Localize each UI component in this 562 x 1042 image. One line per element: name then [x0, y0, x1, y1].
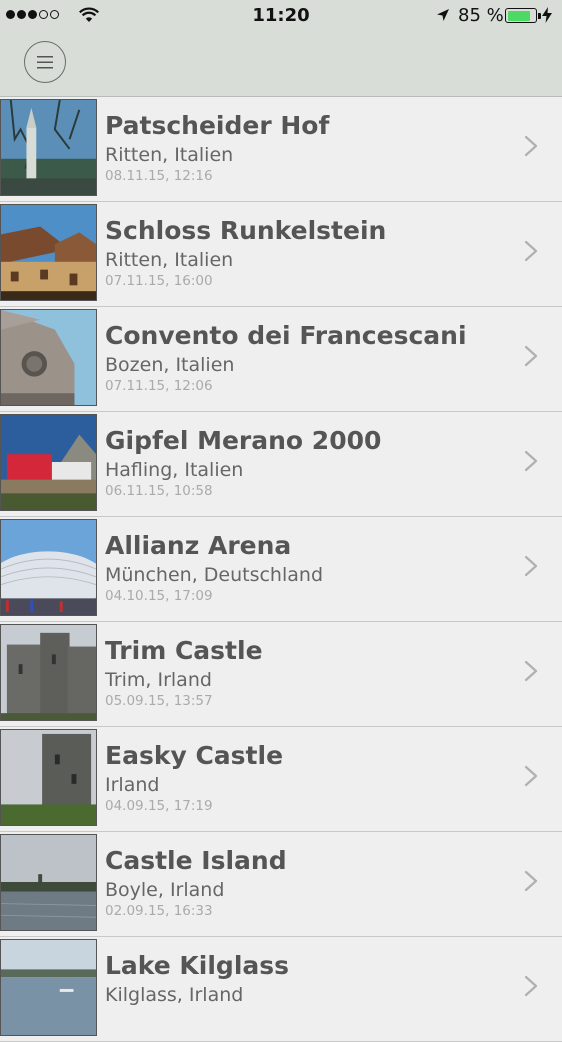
place-date: 05.09.15, 13:57: [105, 693, 213, 709]
chevron-right-icon: [524, 555, 538, 577]
stadium-photo: [0, 519, 97, 616]
place-location: Kilglass, Irland: [105, 984, 244, 1006]
location-arrow-icon: [437, 9, 449, 21]
lake-island-photo: [0, 834, 97, 931]
list-item[interactable]: Easky Castle Irland 04.09.15, 17:19: [0, 727, 562, 832]
list-item[interactable]: Convento dei Francescani Bozen, Italien …: [0, 307, 562, 412]
chevron-right-icon: [524, 345, 538, 367]
place-title: Patscheider Hof: [105, 111, 330, 140]
list-item[interactable]: Trim Castle Trim, Irland 05.09.15, 13:57: [0, 622, 562, 727]
list-item[interactable]: Allianz Arena München, Deutschland 04.10…: [0, 517, 562, 622]
battery-icon: [505, 8, 541, 23]
status-bar: 11:20 85 %: [0, 0, 562, 32]
hamburger-menu-icon: [37, 55, 53, 68]
navigation-bar: [0, 32, 562, 97]
place-date: 04.09.15, 17:19: [105, 798, 213, 814]
place-location: Bozen, Italien: [105, 354, 235, 376]
list-item[interactable]: Gipfel Merano 2000 Hafling, Italien 06.1…: [0, 412, 562, 517]
place-title: Trim Castle: [105, 636, 263, 665]
place-date: 07.11.15, 16:00: [105, 273, 213, 289]
place-title: Convento dei Francescani: [105, 321, 467, 350]
menu-button[interactable]: [24, 41, 66, 83]
place-title: Castle Island: [105, 846, 287, 875]
list-item[interactable]: Castle Island Boyle, Irland 02.09.15, 16…: [0, 832, 562, 937]
chevron-right-icon: [524, 450, 538, 472]
place-location: München, Deutschland: [105, 564, 323, 586]
church-rose-window-photo: [0, 309, 97, 406]
place-title: Allianz Arena: [105, 531, 292, 560]
place-date: 06.11.15, 10:58: [105, 483, 213, 499]
chevron-right-icon: [524, 240, 538, 262]
tower-ruin-photo: [0, 729, 97, 826]
battery-percent: 85 %: [458, 5, 504, 26]
place-title: Easky Castle: [105, 741, 284, 770]
place-date: 08.11.15, 12:16: [105, 168, 213, 184]
tree-church-photo: [0, 99, 97, 196]
place-location: Ritten, Italien: [105, 144, 234, 166]
chevron-right-icon: [524, 135, 538, 157]
place-location: Hafling, Italien: [105, 459, 244, 481]
place-title: Lake Kilglass: [105, 951, 290, 980]
list-item[interactable]: Schloss Runkelstein Ritten, Italien 07.1…: [0, 202, 562, 307]
chevron-right-icon: [524, 660, 538, 682]
castle-roofs-photo: [0, 204, 97, 301]
list-item[interactable]: Patscheider Hof Ritten, Italien 08.11.15…: [0, 97, 562, 202]
place-location: Ritten, Italien: [105, 249, 234, 271]
charging-bolt-icon: [542, 7, 552, 23]
place-date: 02.09.15, 16:33: [105, 903, 213, 919]
stone-castle-photo: [0, 624, 97, 721]
place-location: Boyle, Irland: [105, 879, 225, 901]
lake-photo: [0, 939, 97, 1036]
places-list: Patscheider Hof Ritten, Italien 08.11.15…: [0, 97, 562, 1042]
place-title: Gipfel Merano 2000: [105, 426, 382, 455]
chevron-right-icon: [524, 975, 538, 997]
place-location: Irland: [105, 774, 160, 796]
place-title: Schloss Runkelstein: [105, 216, 387, 245]
place-date: 07.11.15, 12:06: [105, 378, 213, 394]
list-item[interactable]: Lake Kilglass Kilglass, Irland: [0, 937, 562, 1042]
mountain-station-photo: [0, 414, 97, 511]
chevron-right-icon: [524, 870, 538, 892]
chevron-right-icon: [524, 765, 538, 787]
place-location: Trim, Irland: [105, 669, 212, 691]
place-date: 04.10.15, 17:09: [105, 588, 213, 604]
